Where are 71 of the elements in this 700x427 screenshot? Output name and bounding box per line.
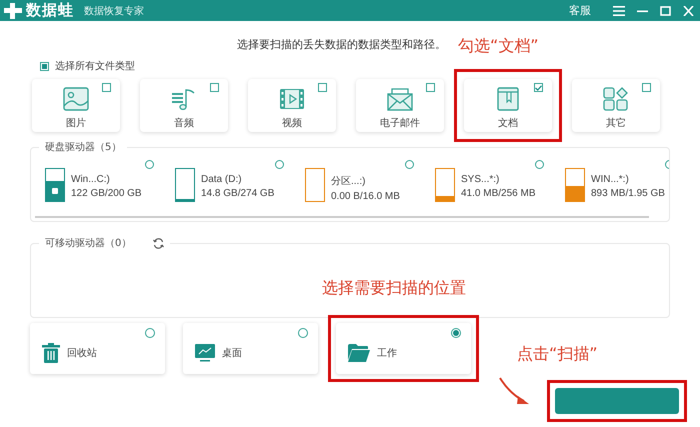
location-card[interactable]: 桌面 — [183, 323, 318, 374]
location-label: 回收站 — [67, 346, 97, 360]
panel-title: 硬盘驱动器（5） — [45, 141, 122, 154]
drive-name: Win...C:) — [71, 174, 111, 185]
annotation-text: 点击“扫描” — [517, 344, 598, 365]
menu-button[interactable] — [613, 6, 625, 16]
close-icon — [683, 6, 694, 16]
file-type-card[interactable]: 音频 — [140, 79, 228, 132]
radio-button[interactable] — [275, 160, 284, 169]
file-type-card[interactable]: 视频 — [248, 79, 336, 132]
location-label: 桌面 — [222, 346, 242, 360]
support-link[interactable]: 客服 — [569, 3, 591, 18]
drive-capacity: 122 GB/200 GB — [71, 188, 142, 199]
radio-button[interactable] — [451, 328, 461, 338]
refresh-icon[interactable] — [153, 238, 164, 248]
file-type-label: 电子邮件 — [380, 116, 420, 130]
location-card[interactable]: 回收站 — [30, 323, 165, 374]
file-type-card[interactable]: 图片 — [32, 79, 120, 132]
select-all-checkbox[interactable] — [40, 62, 49, 70]
drive-name: WIN...*:) — [591, 174, 630, 185]
radio-button[interactable] — [535, 160, 544, 169]
envelope-icon — [387, 87, 413, 111]
drive-capacity: 893 MB/1.95 GB — [591, 188, 665, 199]
close-button[interactable] — [683, 6, 694, 16]
drive-name: Data (D:) — [201, 174, 243, 185]
file-type-card[interactable]: 其它 — [572, 79, 660, 132]
checkbox[interactable] — [210, 83, 219, 92]
maximize-icon — [660, 6, 671, 16]
file-type-card[interactable]: 电子邮件 — [356, 79, 444, 132]
drive-capacity: 14.8 GB/274 GB — [201, 188, 274, 199]
file-type-label: 图片 — [66, 116, 86, 130]
system-logo-icon — [52, 188, 58, 194]
image-icon — [63, 87, 89, 111]
panel-title: 可移动驱动器（0） — [45, 237, 132, 250]
drive-name: SYS...*:) — [461, 174, 500, 185]
select-all-label: 选择所有文件类型 — [55, 60, 135, 73]
checkbox[interactable] — [534, 83, 543, 92]
book-icon — [495, 87, 521, 111]
scrollbar[interactable] — [35, 216, 649, 218]
radio-button[interactable] — [298, 328, 308, 338]
maximize-button[interactable] — [660, 6, 671, 16]
checkbox[interactable] — [642, 83, 651, 92]
file-type-label: 文档 — [498, 116, 518, 130]
drive-capacity: 41.0 MB/256 MB — [461, 188, 536, 199]
logo-icon — [4, 2, 22, 18]
app-logo-text: 数据蛙 — [26, 1, 74, 20]
drive-capacity: 0.00 B/16.0 MB — [331, 191, 400, 202]
checkbox[interactable] — [318, 83, 327, 92]
annotation-text: 勾选“文档” — [458, 36, 539, 57]
folder-icon — [348, 344, 370, 362]
radio-button[interactable] — [145, 160, 154, 169]
location-card[interactable]: 工作 — [336, 323, 471, 374]
drive-name: 分区...:) — [331, 175, 366, 188]
checkbox[interactable] — [426, 83, 435, 92]
music-icon — [171, 87, 197, 111]
file-type-label: 其它 — [606, 116, 626, 130]
film-icon — [279, 87, 305, 111]
instruction-text: 选择要扫描的丢失数据的数据类型和路径。 — [237, 37, 446, 53]
file-type-label: 视频 — [282, 116, 302, 130]
monitor-icon — [195, 344, 215, 362]
radio-button[interactable] — [405, 160, 414, 169]
trash-icon — [42, 342, 60, 362]
app-tagline: 数据恢复专家 — [84, 4, 144, 18]
shapes-icon — [603, 87, 629, 111]
checkbox[interactable] — [102, 83, 111, 92]
annotation-text: 选择需要扫描的位置 — [322, 278, 466, 299]
location-label: 工作 — [377, 346, 397, 360]
file-type-card[interactable]: 文档 — [464, 79, 552, 132]
radio-button[interactable] — [145, 328, 155, 338]
menu-icon — [613, 6, 625, 16]
file-type-label: 音频 — [174, 116, 194, 130]
